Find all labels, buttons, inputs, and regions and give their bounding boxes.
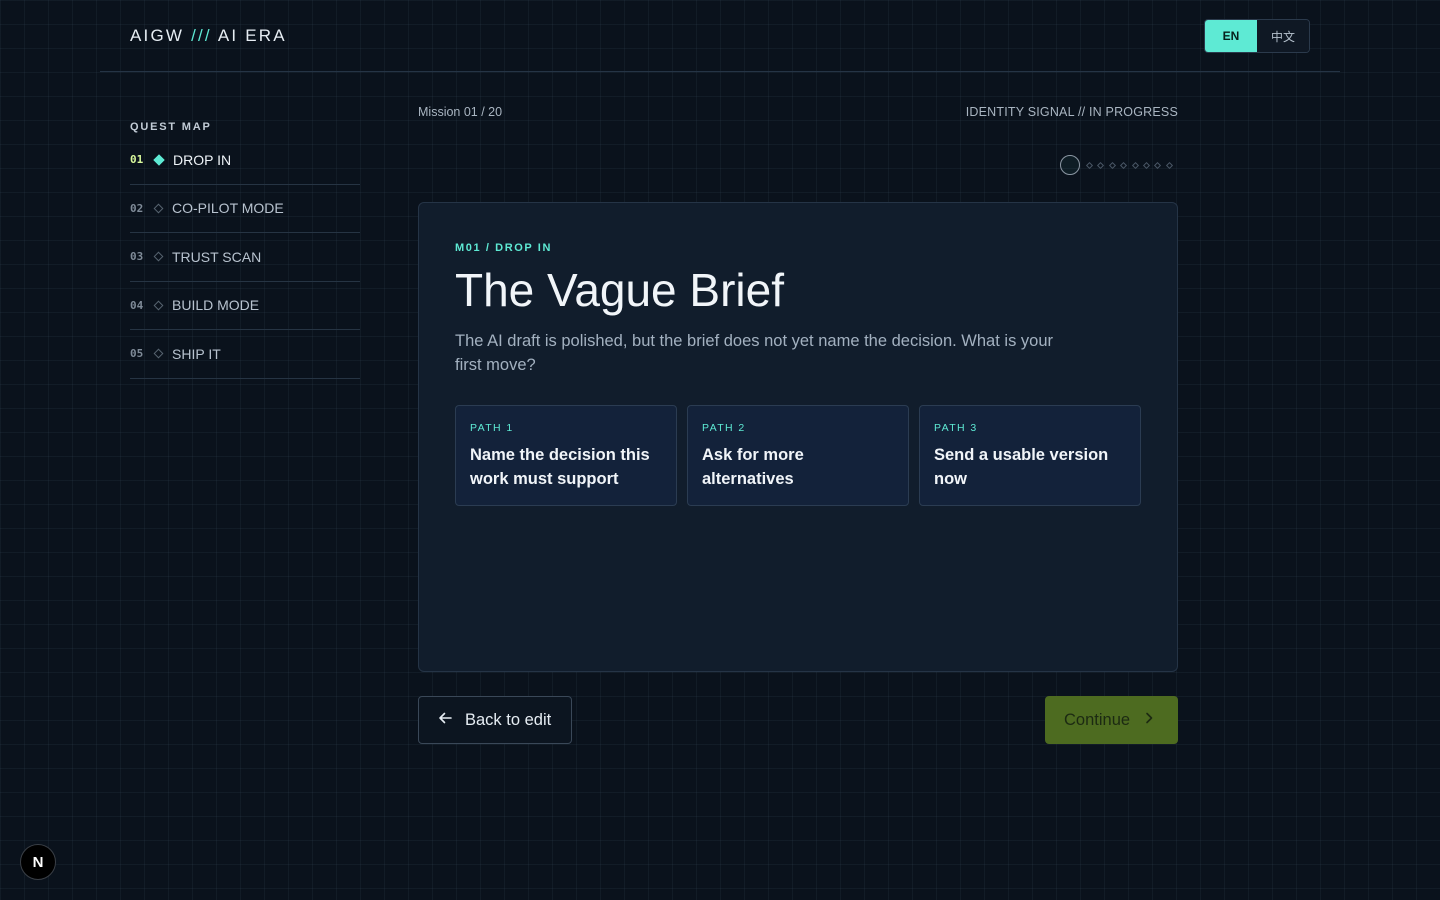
mission-tag: M01 / DROP IN xyxy=(455,242,553,254)
quest-item-ship-it[interactable]: 05 SHIP IT xyxy=(130,330,360,379)
progress-step xyxy=(1154,161,1162,169)
chevron-right-icon xyxy=(1142,711,1156,730)
path-tag: PATH 2 xyxy=(702,422,746,434)
arrow-left-icon xyxy=(437,710,453,731)
path-option-1[interactable]: PATH 1 Name the decision this work must … xyxy=(455,405,677,506)
path-tag: PATH 1 xyxy=(470,422,514,434)
back-to-edit-button[interactable]: Back to edit xyxy=(418,696,572,744)
mission-counter: Mission 01 / 20 xyxy=(418,105,503,119)
progress-step xyxy=(1120,161,1128,169)
quest-number: 05 xyxy=(130,347,144,361)
progress-step xyxy=(1142,161,1150,169)
continue-button[interactable]: Continue xyxy=(1045,696,1178,744)
diamond-icon xyxy=(153,154,165,166)
mission-card: M01 / DROP IN The Vague Brief The AI dra… xyxy=(418,202,1178,672)
progress-step xyxy=(1165,161,1173,169)
path-options: PATH 1 Name the decision this work must … xyxy=(455,405,1141,506)
mission-status: IDENTITY SIGNAL // IN PROGRESS xyxy=(965,105,1178,119)
quest-label: SHIP IT xyxy=(172,345,221,362)
quest-item-drop-in[interactable]: 01 DROP IN xyxy=(130,136,360,185)
progress-step xyxy=(1108,161,1116,169)
brand-tagline: AI ERA xyxy=(217,26,287,45)
diamond-outline-icon xyxy=(153,348,164,359)
path-tag: PATH 3 xyxy=(934,422,978,434)
dev-tools-badge[interactable]: N xyxy=(20,844,56,880)
diamond-outline-icon xyxy=(153,203,164,214)
language-toggle: EN 中文 xyxy=(1204,19,1310,53)
path-option-3[interactable]: PATH 3 Send a usable version now xyxy=(919,405,1141,506)
path-option-2[interactable]: PATH 2 Ask for more alternatives xyxy=(687,405,909,506)
back-label: Back to edit xyxy=(465,710,552,729)
quest-map-title: QUEST MAP xyxy=(130,121,212,133)
progress-current-ring xyxy=(1060,155,1080,175)
brand-slashes: /// xyxy=(191,26,212,45)
header-divider xyxy=(100,71,1340,72)
diamond-outline-icon xyxy=(153,251,164,262)
path-text: Name the decision this work must support xyxy=(470,446,650,488)
quest-number: 04 xyxy=(130,298,144,312)
progress-step xyxy=(1085,161,1094,169)
quest-number: 02 xyxy=(130,201,144,215)
continue-label: Continue xyxy=(1064,710,1131,729)
quest-item-trust-scan[interactable]: 03 TRUST SCAN xyxy=(130,233,360,282)
quest-map-list: 01 DROP IN 02 CO-PILOT MODE 03 TRUST SCA… xyxy=(130,136,360,379)
mission-title: The Vague Brief xyxy=(455,264,785,316)
progress-step xyxy=(1131,161,1139,169)
path-text: Ask for more alternatives xyxy=(702,446,804,488)
mission-progress xyxy=(1060,154,1180,176)
n-logo-icon: N xyxy=(32,853,44,871)
progress-step xyxy=(1097,161,1105,169)
quest-item-co-pilot-mode[interactable]: 02 CO-PILOT MODE xyxy=(130,185,360,233)
quest-item-build-mode[interactable]: 04 BUILD MODE xyxy=(130,282,360,330)
lang-en-button[interactable]: EN xyxy=(1205,20,1257,52)
quest-label: DROP IN xyxy=(173,151,232,168)
diamond-outline-icon xyxy=(153,300,164,311)
quest-number: 03 xyxy=(130,250,144,264)
lang-zh-button[interactable]: 中文 xyxy=(1257,20,1309,52)
quest-number: 01 xyxy=(130,153,144,167)
brand-name: AIGW xyxy=(130,26,185,45)
brand-logo[interactable]: AIGW /// AI ERA xyxy=(130,26,287,46)
quest-label: BUILD MODE xyxy=(172,297,260,314)
mission-description: The AI draft is polished, but the brief … xyxy=(455,332,1053,374)
quest-label: CO-PILOT MODE xyxy=(172,200,284,217)
path-text: Send a usable version now xyxy=(934,446,1109,488)
quest-label: TRUST SCAN xyxy=(172,248,262,265)
